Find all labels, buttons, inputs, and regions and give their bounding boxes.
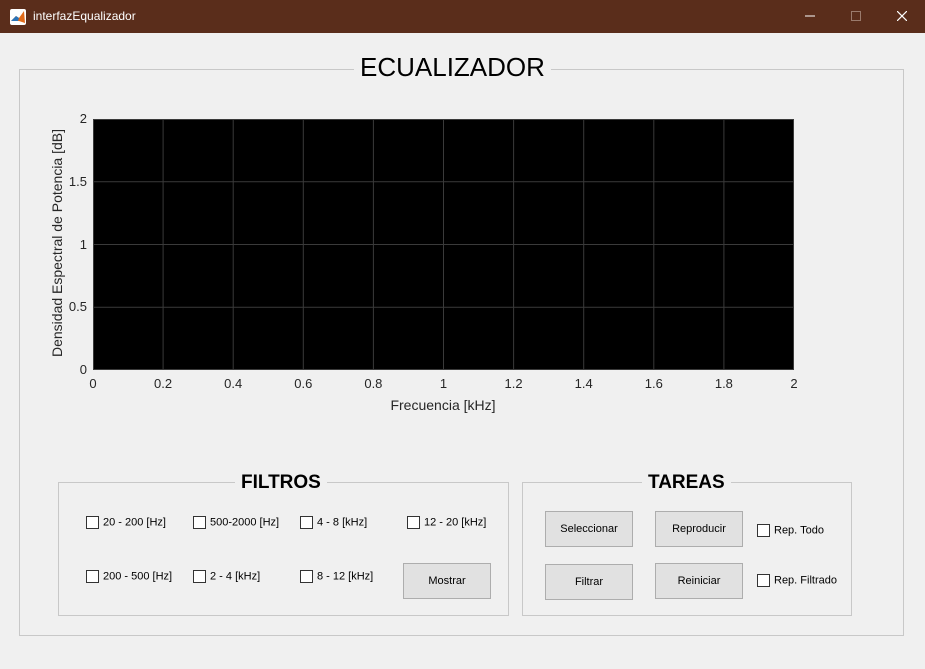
- minimize-button[interactable]: [787, 0, 833, 33]
- x-tick-label: 0.2: [154, 376, 173, 391]
- checkbox-20-200hz[interactable]: 20 - 200 [Hz]: [86, 516, 166, 532]
- checkbox-icon[interactable]: [193, 570, 206, 583]
- tareas-title: TAREAS: [642, 472, 731, 494]
- filtrar-button[interactable]: Filtrar: [545, 564, 633, 600]
- checkbox-icon[interactable]: [757, 524, 770, 537]
- seleccionar-button[interactable]: Seleccionar: [545, 511, 633, 547]
- mostrar-button[interactable]: Mostrar: [403, 563, 491, 599]
- checkbox-icon[interactable]: [407, 516, 420, 529]
- checkbox-2-4khz[interactable]: 2 - 4 [kHz]: [193, 570, 260, 586]
- x-tick-label: 1: [439, 376, 448, 391]
- checkbox-8-12khz[interactable]: 8 - 12 [kHz]: [300, 570, 373, 586]
- plot-grid: [93, 119, 794, 370]
- checkbox-icon[interactable]: [300, 570, 313, 583]
- checkbox-rep-todo[interactable]: Rep. Todo: [757, 524, 824, 540]
- reiniciar-button[interactable]: Reiniciar: [655, 563, 743, 599]
- x-tick-label: 2: [790, 376, 798, 391]
- page-title: ECUALIZADOR: [354, 52, 551, 83]
- title-bar[interactable]: interfazEqualizador: [0, 0, 925, 33]
- checkbox-4-8khz[interactable]: 4 - 8 [kHz]: [300, 516, 367, 532]
- minimize-icon: [805, 15, 815, 17]
- close-button[interactable]: [879, 0, 925, 33]
- checkbox-icon[interactable]: [86, 516, 99, 529]
- checkbox-12-20khz[interactable]: 12 - 20 [kHz]: [407, 516, 486, 532]
- checkbox-icon[interactable]: [300, 516, 313, 529]
- x-tick-label: 1.2: [504, 376, 523, 391]
- app-window: interfazEqualizador ECUALIZADOR 0 0.5 1 1.5…: [0, 0, 925, 669]
- checkbox-icon[interactable]: [86, 570, 99, 583]
- x-tick-label: 0.8: [364, 376, 383, 391]
- x-tick-label: 1.6: [644, 376, 663, 391]
- reproducir-button[interactable]: Reproducir: [655, 511, 743, 547]
- y-axis-label: Densidad Espectral de Potencia [dB]: [49, 128, 65, 358]
- x-tick-label: 0.4: [224, 376, 243, 391]
- x-tick-label: 1.8: [714, 376, 733, 391]
- checkbox-500-2000hz[interactable]: 500-2000 [Hz]: [193, 516, 279, 532]
- filtros-title: FILTROS: [235, 472, 327, 494]
- close-icon: [897, 11, 907, 21]
- matlab-icon: [10, 9, 26, 25]
- checkbox-rep-filtrado[interactable]: Rep. Filtrado: [757, 574, 837, 590]
- checkbox-200-500hz[interactable]: 200 - 500 [Hz]: [86, 570, 172, 586]
- checkbox-icon[interactable]: [193, 516, 206, 529]
- maximize-icon: [851, 11, 861, 21]
- x-axis-label: Frecuencia [kHz]: [390, 397, 496, 413]
- checkbox-icon[interactable]: [757, 574, 770, 587]
- spectrum-plot[interactable]: [93, 119, 794, 370]
- x-tick-label: 0: [89, 376, 97, 391]
- x-tick-label: 0.6: [294, 376, 313, 391]
- maximize-button[interactable]: [833, 0, 879, 33]
- window-title: interfazEqualizador: [33, 9, 136, 23]
- x-tick-label: 1.4: [574, 376, 593, 391]
